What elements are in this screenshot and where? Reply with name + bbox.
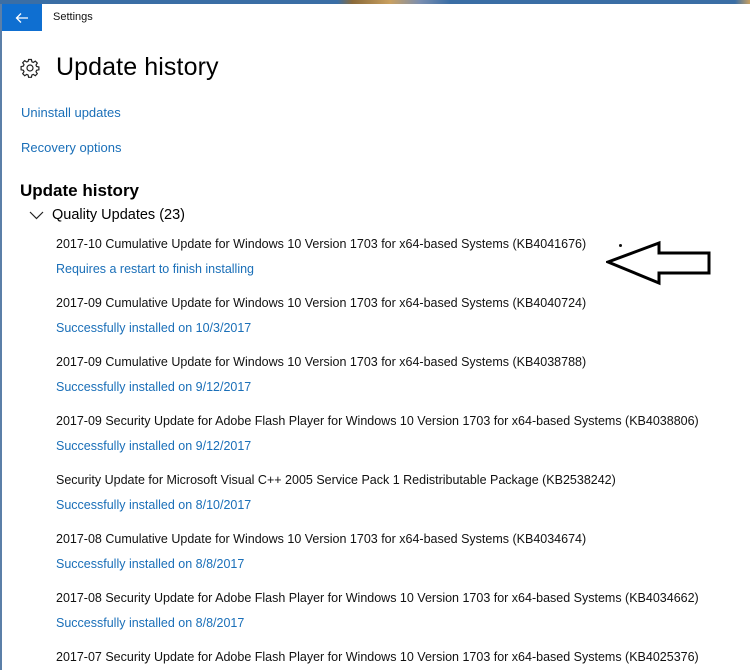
uninstall-updates-link[interactable]: Uninstall updates <box>21 105 121 120</box>
app-title: Settings <box>53 11 93 23</box>
page-header: Update history <box>20 53 219 82</box>
update-name[interactable]: Security Update for Microsoft Visual C++… <box>56 473 616 487</box>
update-status[interactable]: Successfully installed on 9/12/2017 <box>56 380 251 394</box>
window-border <box>0 4 2 670</box>
update-item: 2017-07 Security Update for Adobe Flash … <box>56 649 746 670</box>
update-status[interactable]: Successfully installed on 8/8/2017 <box>56 616 244 630</box>
update-name[interactable]: 2017-08 Security Update for Adobe Flash … <box>56 591 699 605</box>
arrow-left-outline-icon <box>606 240 711 286</box>
update-status[interactable]: Successfully installed on 8/8/2017 <box>56 557 244 571</box>
update-list: 2017-10 Cumulative Update for Windows 10… <box>56 236 746 670</box>
update-status[interactable]: Successfully installed on 8/10/2017 <box>56 498 251 512</box>
back-button[interactable] <box>2 4 42 31</box>
update-item: Security Update for Microsoft Visual C++… <box>56 472 746 531</box>
title-bar: Settings <box>2 4 750 32</box>
annotation-dot <box>619 244 622 247</box>
update-name[interactable]: 2017-10 Cumulative Update for Windows 10… <box>56 237 586 251</box>
chevron-down-icon <box>29 211 44 219</box>
update-status[interactable]: Requires a restart to finish installing <box>56 262 254 276</box>
gear-icon <box>20 58 40 78</box>
update-item: 2017-09 Cumulative Update for Windows 10… <box>56 295 746 354</box>
page-title: Update history <box>56 53 219 81</box>
update-item: 2017-08 Security Update for Adobe Flash … <box>56 590 746 649</box>
update-status[interactable]: Successfully installed on 9/12/2017 <box>56 439 251 453</box>
update-name[interactable]: 2017-09 Cumulative Update for Windows 10… <box>56 296 586 310</box>
recovery-options-link[interactable]: Recovery options <box>21 140 121 155</box>
update-status[interactable]: Successfully installed on 10/3/2017 <box>56 321 251 335</box>
update-name[interactable]: 2017-09 Cumulative Update for Windows 10… <box>56 355 586 369</box>
quality-updates-toggle[interactable]: Quality Updates (23) <box>29 207 185 223</box>
quality-updates-label: Quality Updates (23) <box>52 207 185 223</box>
update-item: 2017-08 Cumulative Update for Windows 10… <box>56 531 746 590</box>
update-name[interactable]: 2017-07 Security Update for Adobe Flash … <box>56 650 699 664</box>
update-item: 2017-09 Cumulative Update for Windows 10… <box>56 354 746 413</box>
update-name[interactable]: 2017-09 Security Update for Adobe Flash … <box>56 414 699 428</box>
arrow-left-icon <box>15 12 28 23</box>
update-item: 2017-09 Security Update for Adobe Flash … <box>56 413 746 472</box>
update-name[interactable]: 2017-08 Cumulative Update for Windows 10… <box>56 532 586 546</box>
section-title: Update history <box>20 181 140 200</box>
